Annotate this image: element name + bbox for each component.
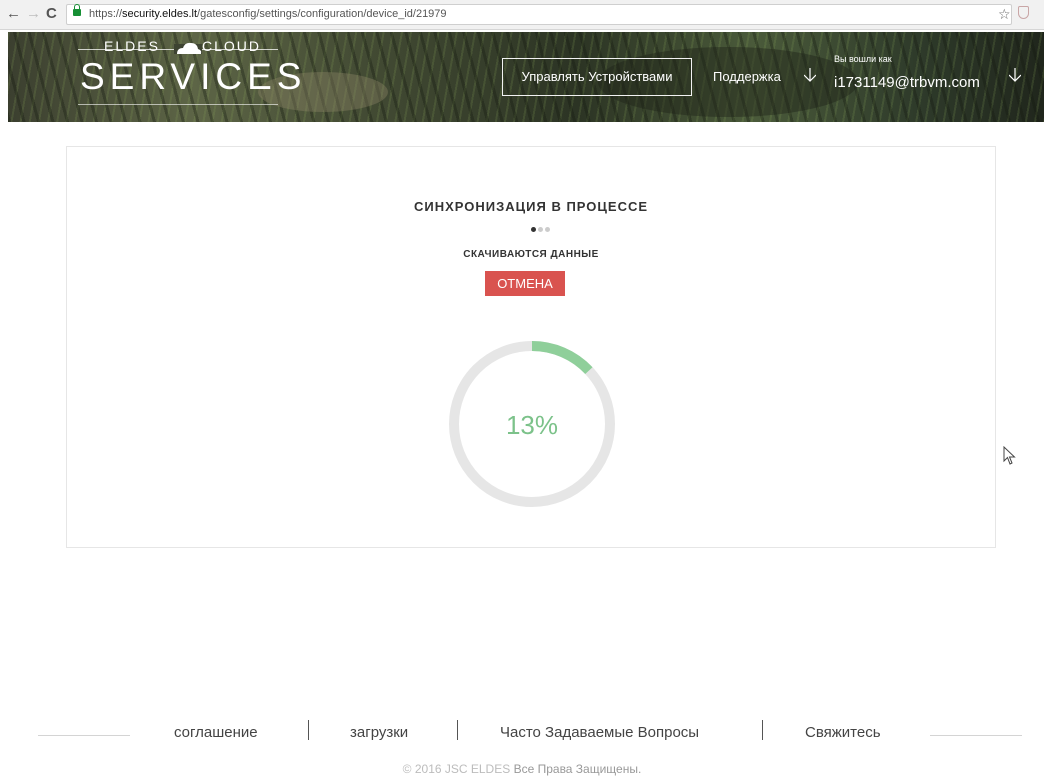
back-icon[interactable]: ← bbox=[6, 6, 21, 22]
address-bar[interactable]: https://security.eldes.lt/gatesconfig/se… bbox=[66, 4, 1012, 25]
footer-link-contact[interactable]: Свяжитесь bbox=[805, 724, 881, 741]
footer-divider bbox=[930, 735, 1022, 736]
browser-toolbar: ← → C https://security.eldes.lt/gatescon… bbox=[0, 0, 1044, 30]
footer-separator bbox=[762, 720, 763, 740]
footer-link-agreement[interactable]: соглашение bbox=[174, 724, 258, 741]
lock-icon bbox=[73, 4, 81, 16]
footer-separator bbox=[308, 720, 309, 740]
logo-eldes-text: ELDES bbox=[104, 38, 160, 54]
cancel-button[interactable]: ОТМЕНА bbox=[485, 271, 565, 296]
footer-link-downloads[interactable]: загрузки bbox=[350, 724, 408, 741]
support-menu[interactable]: Поддержка bbox=[713, 69, 781, 84]
reload-icon[interactable]: C bbox=[46, 6, 57, 22]
eldes-cloud-services-logo[interactable]: ELDES CLOUD SERVICES bbox=[78, 38, 301, 114]
star-icon[interactable]: ☆ bbox=[998, 6, 1011, 23]
user-email[interactable]: i1731149@trbvm.com bbox=[834, 74, 980, 91]
logo-cloud-text: CLOUD bbox=[202, 38, 262, 54]
logged-in-label: Вы вошли как bbox=[834, 54, 892, 64]
manage-devices-button[interactable]: Управлять Устройствами bbox=[502, 58, 692, 96]
sync-panel: СИНХРОНИЗАЦИЯ В ПРОЦЕССЕ СКАЧИВАЮТСЯ ДАН… bbox=[66, 146, 996, 548]
loading-dot bbox=[538, 227, 543, 232]
copyright-text: © 2016 JSC ELDES Все Права Защищены. bbox=[402, 762, 642, 776]
logo-services-text: SERVICES bbox=[80, 56, 307, 97]
progress-percent: 13% bbox=[506, 410, 558, 440]
forward-icon[interactable]: → bbox=[26, 6, 41, 22]
footer-divider bbox=[38, 735, 130, 736]
loading-dot bbox=[531, 227, 536, 232]
mouse-cursor-icon bbox=[1003, 446, 1016, 465]
footer-link-faq[interactable]: Часто Задаваемые Вопросы bbox=[500, 724, 699, 741]
shield-icon[interactable] bbox=[1018, 6, 1029, 19]
loading-dot bbox=[545, 227, 550, 232]
chevron-down-icon[interactable] bbox=[804, 68, 816, 82]
site-header: ELDES CLOUD SERVICES Управлять Устройств… bbox=[8, 32, 1044, 122]
sync-title: СИНХРОНИЗАЦИЯ В ПРОЦЕССЕ bbox=[413, 199, 649, 214]
footer-separator bbox=[457, 720, 458, 740]
progress-ring: 13% bbox=[449, 341, 615, 507]
sync-status: СКАЧИВАЮТСЯ ДАННЫЕ bbox=[463, 249, 599, 260]
chevron-down-icon[interactable] bbox=[1009, 68, 1021, 82]
url-text: https://security.eldes.lt/gatesconfig/se… bbox=[89, 8, 447, 20]
loading-dots bbox=[531, 227, 561, 233]
cloud-icon bbox=[174, 42, 202, 54]
